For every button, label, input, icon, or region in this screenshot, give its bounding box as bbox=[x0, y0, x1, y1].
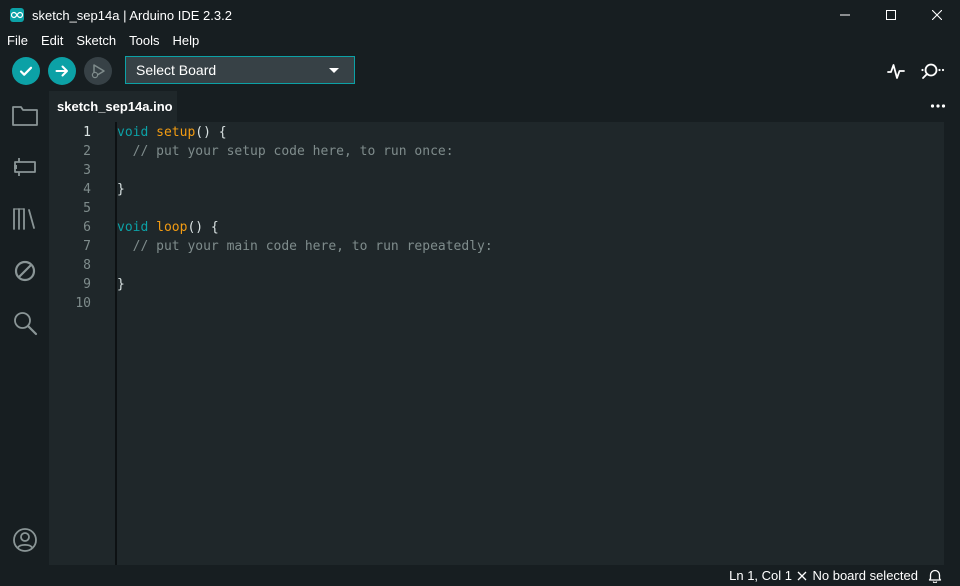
menu-edit[interactable]: Edit bbox=[34, 30, 69, 51]
line-number: 1 bbox=[83, 125, 91, 140]
debug-icon bbox=[91, 64, 105, 79]
bell-icon bbox=[928, 569, 942, 584]
status-bar: Ln 1, Col 1 No board selected bbox=[0, 565, 960, 586]
window-controls bbox=[822, 0, 960, 30]
editor-tab-bar: sketch_sep14a.ino bbox=[49, 91, 960, 122]
verify-button[interactable] bbox=[12, 57, 40, 85]
code-token: () { bbox=[195, 125, 227, 140]
line-number: 2 bbox=[83, 144, 91, 159]
line-number: 9 bbox=[83, 277, 91, 292]
code-token: () { bbox=[187, 220, 219, 235]
debug-button[interactable] bbox=[84, 57, 112, 85]
line-number: 3 bbox=[83, 163, 91, 178]
code-token: void bbox=[117, 220, 149, 235]
serial-monitor-icon bbox=[921, 63, 945, 79]
code-line[interactable]: } bbox=[117, 275, 125, 294]
board-select-label: Select Board bbox=[136, 62, 217, 78]
check-icon bbox=[19, 66, 33, 76]
code-token: setup bbox=[156, 125, 196, 140]
x-icon bbox=[798, 571, 807, 580]
sketchbook-button[interactable] bbox=[11, 101, 39, 129]
close-icon bbox=[932, 10, 942, 20]
code-token: } bbox=[117, 277, 125, 292]
code-line[interactable]: void loop() { bbox=[117, 218, 219, 237]
menu-bar: File Edit Sketch Tools Help bbox=[0, 30, 960, 51]
menu-help[interactable]: Help bbox=[165, 30, 205, 51]
code-token: void bbox=[117, 125, 149, 140]
minimize-button[interactable] bbox=[822, 0, 868, 30]
search-icon bbox=[14, 312, 38, 336]
upload-button[interactable] bbox=[48, 57, 76, 85]
code-token: loop bbox=[156, 220, 188, 235]
code-token: // put your main code here, to run repea… bbox=[117, 239, 493, 254]
code-line[interactable]: // put your main code here, to run repea… bbox=[117, 237, 493, 256]
toolbar: Select Board bbox=[0, 51, 960, 91]
debug-panel-button[interactable] bbox=[11, 257, 39, 285]
arrow-right-icon bbox=[55, 65, 68, 77]
code-line[interactable]: // put your setup code here, to run once… bbox=[117, 142, 454, 161]
cursor-position[interactable]: Ln 1, Col 1 bbox=[729, 568, 792, 583]
line-number-gutter: 1 2 3 4 5 6 7 8 9 10 bbox=[49, 122, 117, 565]
debug-disabled-icon bbox=[14, 260, 36, 282]
library-icon bbox=[13, 208, 35, 230]
line-number: 10 bbox=[75, 296, 91, 311]
code-token: // put your setup code here, to run once… bbox=[117, 144, 454, 159]
menu-tools[interactable]: Tools bbox=[122, 30, 165, 51]
code-line[interactable]: void setup() { bbox=[117, 123, 227, 142]
tab-sketch-file[interactable]: sketch_sep14a.ino bbox=[49, 91, 177, 122]
folder-icon bbox=[12, 106, 38, 126]
tab-label: sketch_sep14a.ino bbox=[57, 99, 173, 114]
code-line[interactable]: } bbox=[117, 180, 125, 199]
search-button[interactable] bbox=[11, 309, 39, 337]
maximize-button[interactable] bbox=[868, 0, 914, 30]
board-manager-button[interactable] bbox=[11, 153, 39, 181]
menu-file[interactable]: File bbox=[0, 30, 34, 51]
chevron-down-icon bbox=[329, 67, 339, 73]
line-number: 8 bbox=[83, 258, 91, 273]
notifications-button[interactable] bbox=[928, 568, 942, 586]
maximize-icon bbox=[886, 10, 896, 20]
more-horizontal-icon bbox=[930, 104, 946, 108]
line-number: 4 bbox=[83, 182, 91, 197]
board-status-label: No board selected bbox=[812, 568, 918, 583]
close-button[interactable] bbox=[914, 0, 960, 30]
sidebar bbox=[0, 91, 49, 565]
board-status[interactable]: No board selected bbox=[797, 568, 918, 583]
line-number: 7 bbox=[83, 239, 91, 254]
title-bar: sketch_sep14a | Arduino IDE 2.3.2 bbox=[0, 0, 960, 30]
arduino-infinity-icon bbox=[10, 8, 24, 22]
line-number: 6 bbox=[83, 220, 91, 235]
editor-scrollbar[interactable] bbox=[944, 122, 960, 565]
menu-sketch[interactable]: Sketch bbox=[69, 30, 122, 51]
board-manager-icon bbox=[14, 158, 36, 176]
more-actions-button[interactable] bbox=[930, 99, 946, 118]
code-editor[interactable]: 1 2 3 4 5 6 7 8 9 10 void setup() { // put your s… bbox=[49, 122, 944, 565]
code-token: } bbox=[117, 182, 125, 197]
serial-monitor-button[interactable] bbox=[920, 61, 946, 86]
account-button[interactable] bbox=[11, 526, 39, 554]
account-icon bbox=[13, 528, 37, 552]
serial-plotter-icon bbox=[887, 64, 905, 79]
minimize-icon bbox=[840, 14, 850, 16]
library-manager-button[interactable] bbox=[11, 205, 39, 233]
serial-plotter-button[interactable] bbox=[886, 61, 906, 86]
board-select-dropdown[interactable]: Select Board bbox=[125, 56, 355, 84]
line-number: 5 bbox=[83, 201, 91, 216]
window-title: sketch_sep14a | Arduino IDE 2.3.2 bbox=[32, 7, 232, 23]
